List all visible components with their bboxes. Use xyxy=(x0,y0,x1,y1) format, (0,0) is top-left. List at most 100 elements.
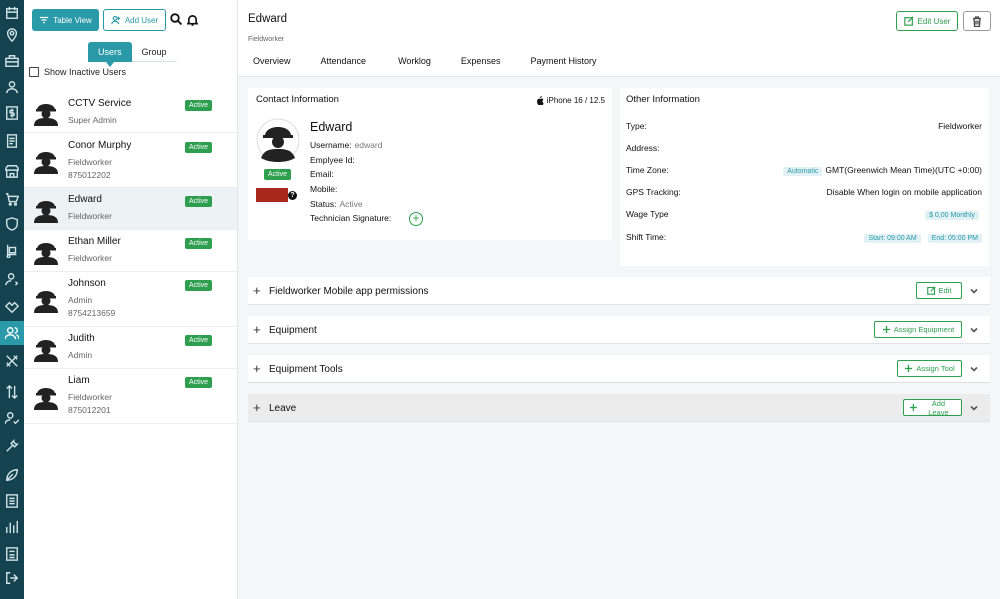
tab-payment-history[interactable]: Payment History xyxy=(530,56,596,66)
chevron-down-icon[interactable] xyxy=(969,363,979,373)
plus-icon xyxy=(905,364,913,373)
expand-icon[interactable]: + xyxy=(253,362,261,375)
user-name: CCTV Service xyxy=(68,98,132,109)
avatar xyxy=(33,237,59,265)
table-view-button[interactable]: Table View xyxy=(32,9,99,31)
wrench-icon[interactable] xyxy=(3,437,21,455)
status-label: Status: xyxy=(310,199,337,209)
page-subtitle: Fieldworker xyxy=(248,36,285,43)
tab-expenses[interactable]: Expenses xyxy=(461,56,501,66)
edit-user-button[interactable]: Edit User xyxy=(896,11,958,31)
segment-group[interactable]: Group xyxy=(132,42,177,62)
avatar xyxy=(33,334,59,362)
chevron-down-icon[interactable] xyxy=(969,324,979,334)
users-icon[interactable] xyxy=(0,321,24,345)
user-list-item[interactable]: Johnson Admin 8754213659 Active xyxy=(24,272,237,327)
user-name: Conor Murphy xyxy=(68,140,132,151)
trash-icon xyxy=(973,15,981,27)
user-phone: 8754213659 xyxy=(68,308,116,318)
chevron-down-icon[interactable] xyxy=(969,285,979,295)
email-label: Email: xyxy=(310,169,334,179)
user-check-icon[interactable] xyxy=(3,409,21,427)
timezone-value: Automatic GMT(Greenwich Mean Time)(UTC +0… xyxy=(783,165,982,176)
status-badge: Active xyxy=(185,280,213,291)
report-icon[interactable] xyxy=(3,492,21,510)
tab-worklog[interactable]: Worklog xyxy=(398,56,431,66)
show-inactive-checkbox[interactable] xyxy=(29,67,39,77)
logout-icon[interactable] xyxy=(3,569,21,587)
add-user-button[interactable]: Add User xyxy=(103,9,166,31)
delete-button[interactable] xyxy=(963,11,991,31)
timezone-label: Time Zone: xyxy=(626,165,669,175)
handshake-icon[interactable] xyxy=(3,298,21,316)
user-settings-icon[interactable] xyxy=(3,270,21,288)
user-role: Fieldworker xyxy=(68,211,112,221)
leave-section[interactable]: + Leave Add Leave xyxy=(248,394,990,422)
user-list-item[interactable]: Conor Murphy Fieldworker 875012202 Activ… xyxy=(24,133,237,188)
equipment-tools-section[interactable]: + Equipment Tools Assign Tool xyxy=(248,355,990,383)
user-list-item[interactable]: Edward Fieldworker Active xyxy=(24,188,237,230)
map-pin-icon[interactable] xyxy=(3,26,21,44)
status-badge: Active xyxy=(264,169,292,180)
equipment-section[interactable]: + Equipment Assign Equipment xyxy=(248,316,990,344)
avatar xyxy=(33,98,59,126)
expand-icon[interactable]: + xyxy=(253,401,261,414)
user-list-item[interactable]: Liam Fieldworker 875012201 Active xyxy=(24,369,237,424)
show-inactive-label: Show Inactive Users xyxy=(44,67,127,77)
dollar-icon[interactable] xyxy=(3,104,21,122)
address-label: Address: xyxy=(626,143,660,153)
expand-icon[interactable]: + xyxy=(253,323,261,336)
tab-attendance[interactable]: Attendance xyxy=(321,56,367,66)
calendar-icon[interactable] xyxy=(3,4,21,22)
wage-value: $ 0,00 Monthly xyxy=(925,209,982,220)
filter-lines-icon xyxy=(40,16,49,24)
help-icon[interactable]: ? xyxy=(288,191,297,200)
bar-chart-icon[interactable] xyxy=(3,518,21,536)
user-list-item[interactable]: Ethan Miller Fieldworker Active xyxy=(24,230,237,272)
truck-icon[interactable] xyxy=(3,242,21,260)
list-icon[interactable] xyxy=(3,545,21,563)
leaf-icon[interactable] xyxy=(3,466,21,484)
user-role: Fieldworker xyxy=(68,392,112,402)
gps-label: GPS Tracking: xyxy=(626,187,681,197)
bell-icon[interactable] xyxy=(185,14,200,26)
avatar xyxy=(33,285,59,313)
user-name: Johnson xyxy=(68,278,106,289)
permissions-section[interactable]: + Fieldworker Mobile app permissions Edi… xyxy=(248,277,990,305)
wage-label: Wage Type xyxy=(626,209,669,219)
shield-icon[interactable] xyxy=(3,215,21,233)
invoice-icon[interactable] xyxy=(3,132,21,150)
cart-icon[interactable] xyxy=(3,190,21,208)
show-inactive-toggle[interactable]: Show Inactive Users xyxy=(29,67,126,77)
assign-tool-button[interactable]: Assign Tool xyxy=(897,360,962,377)
contacts-icon[interactable] xyxy=(3,78,21,96)
tools-icon[interactable] xyxy=(3,352,21,370)
status-badge: Active xyxy=(185,100,213,111)
tab-overview[interactable]: Overview xyxy=(253,56,291,66)
edit-permissions-button[interactable]: Edit xyxy=(916,282,962,299)
segment-users[interactable]: Users xyxy=(88,42,132,67)
user-list-item[interactable]: CCTV Service Super Admin Active xyxy=(24,91,237,133)
user-role: Admin xyxy=(68,350,93,360)
user-list-item[interactable]: Judith Admin Active xyxy=(24,327,237,369)
add-signature-icon[interactable]: + xyxy=(409,212,423,226)
signature-swatch xyxy=(256,188,288,202)
transfer-icon[interactable] xyxy=(3,383,21,401)
chevron-down-icon[interactable] xyxy=(969,402,979,412)
username-label: Username: xyxy=(310,140,352,150)
signature-row: Technician Signature: xyxy=(310,213,391,223)
assign-equipment-button[interactable]: Assign Equipment xyxy=(874,321,962,338)
section-title: Equipment Tools xyxy=(269,364,343,375)
apple-icon xyxy=(536,96,544,105)
edit-user-label: Edit User xyxy=(917,16,951,26)
shift-start-pill: Start: 09:00 AM xyxy=(864,234,921,243)
employee-id-row: Emplyee Id: xyxy=(310,155,355,165)
expand-icon[interactable]: + xyxy=(253,284,261,297)
users-group-toggle: Users Group xyxy=(88,42,177,67)
user-plus-icon xyxy=(111,15,120,25)
search-icon[interactable] xyxy=(170,13,183,26)
add-leave-button[interactable]: Add Leave xyxy=(903,399,962,417)
signature-label: Technician Signature: xyxy=(310,213,392,223)
store-icon[interactable] xyxy=(3,162,21,180)
briefcase-icon[interactable] xyxy=(3,52,21,70)
